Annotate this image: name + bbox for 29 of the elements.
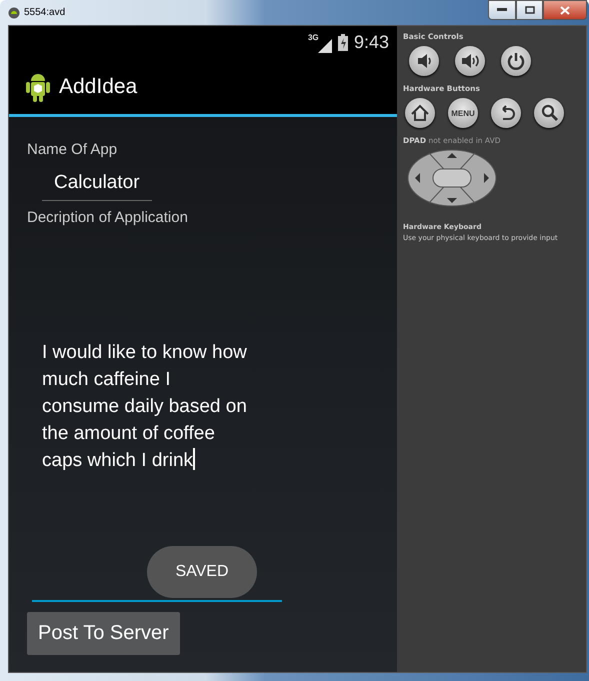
window-title: 5554:avd bbox=[24, 7, 66, 18]
maximize-button[interactable] bbox=[516, 0, 543, 20]
volume-up-icon bbox=[462, 54, 479, 68]
close-button[interactable] bbox=[543, 0, 587, 20]
android-icon bbox=[8, 6, 20, 18]
app-title: AddIdea bbox=[59, 74, 138, 98]
search-icon bbox=[542, 104, 558, 121]
minimize-icon bbox=[497, 8, 507, 12]
volume-down-icon bbox=[418, 54, 431, 68]
field-label: Name Of App bbox=[27, 141, 118, 158]
back-icon bbox=[502, 105, 515, 120]
toast: SAVED bbox=[147, 546, 257, 598]
back-button[interactable] bbox=[491, 98, 521, 128]
name-field[interactable]: Calculator bbox=[42, 166, 152, 201]
home-icon bbox=[411, 104, 429, 121]
menu-button[interactable]: MENU bbox=[448, 98, 478, 128]
search-button[interactable] bbox=[534, 98, 564, 128]
volume-up-button[interactable] bbox=[455, 46, 485, 76]
power-button[interactable] bbox=[501, 46, 531, 76]
field-label: Decription of Application bbox=[27, 209, 189, 226]
post-button[interactable]: Post To Server bbox=[27, 612, 180, 655]
battery-icon bbox=[338, 34, 348, 51]
minimize-button[interactable] bbox=[488, 0, 516, 20]
maximize-icon bbox=[524, 6, 534, 14]
close-icon bbox=[560, 6, 570, 14]
home-button[interactable] bbox=[405, 98, 435, 128]
volume-down-button[interactable] bbox=[409, 46, 439, 76]
clock: 9:43 bbox=[354, 32, 389, 53]
power-icon bbox=[508, 53, 524, 70]
